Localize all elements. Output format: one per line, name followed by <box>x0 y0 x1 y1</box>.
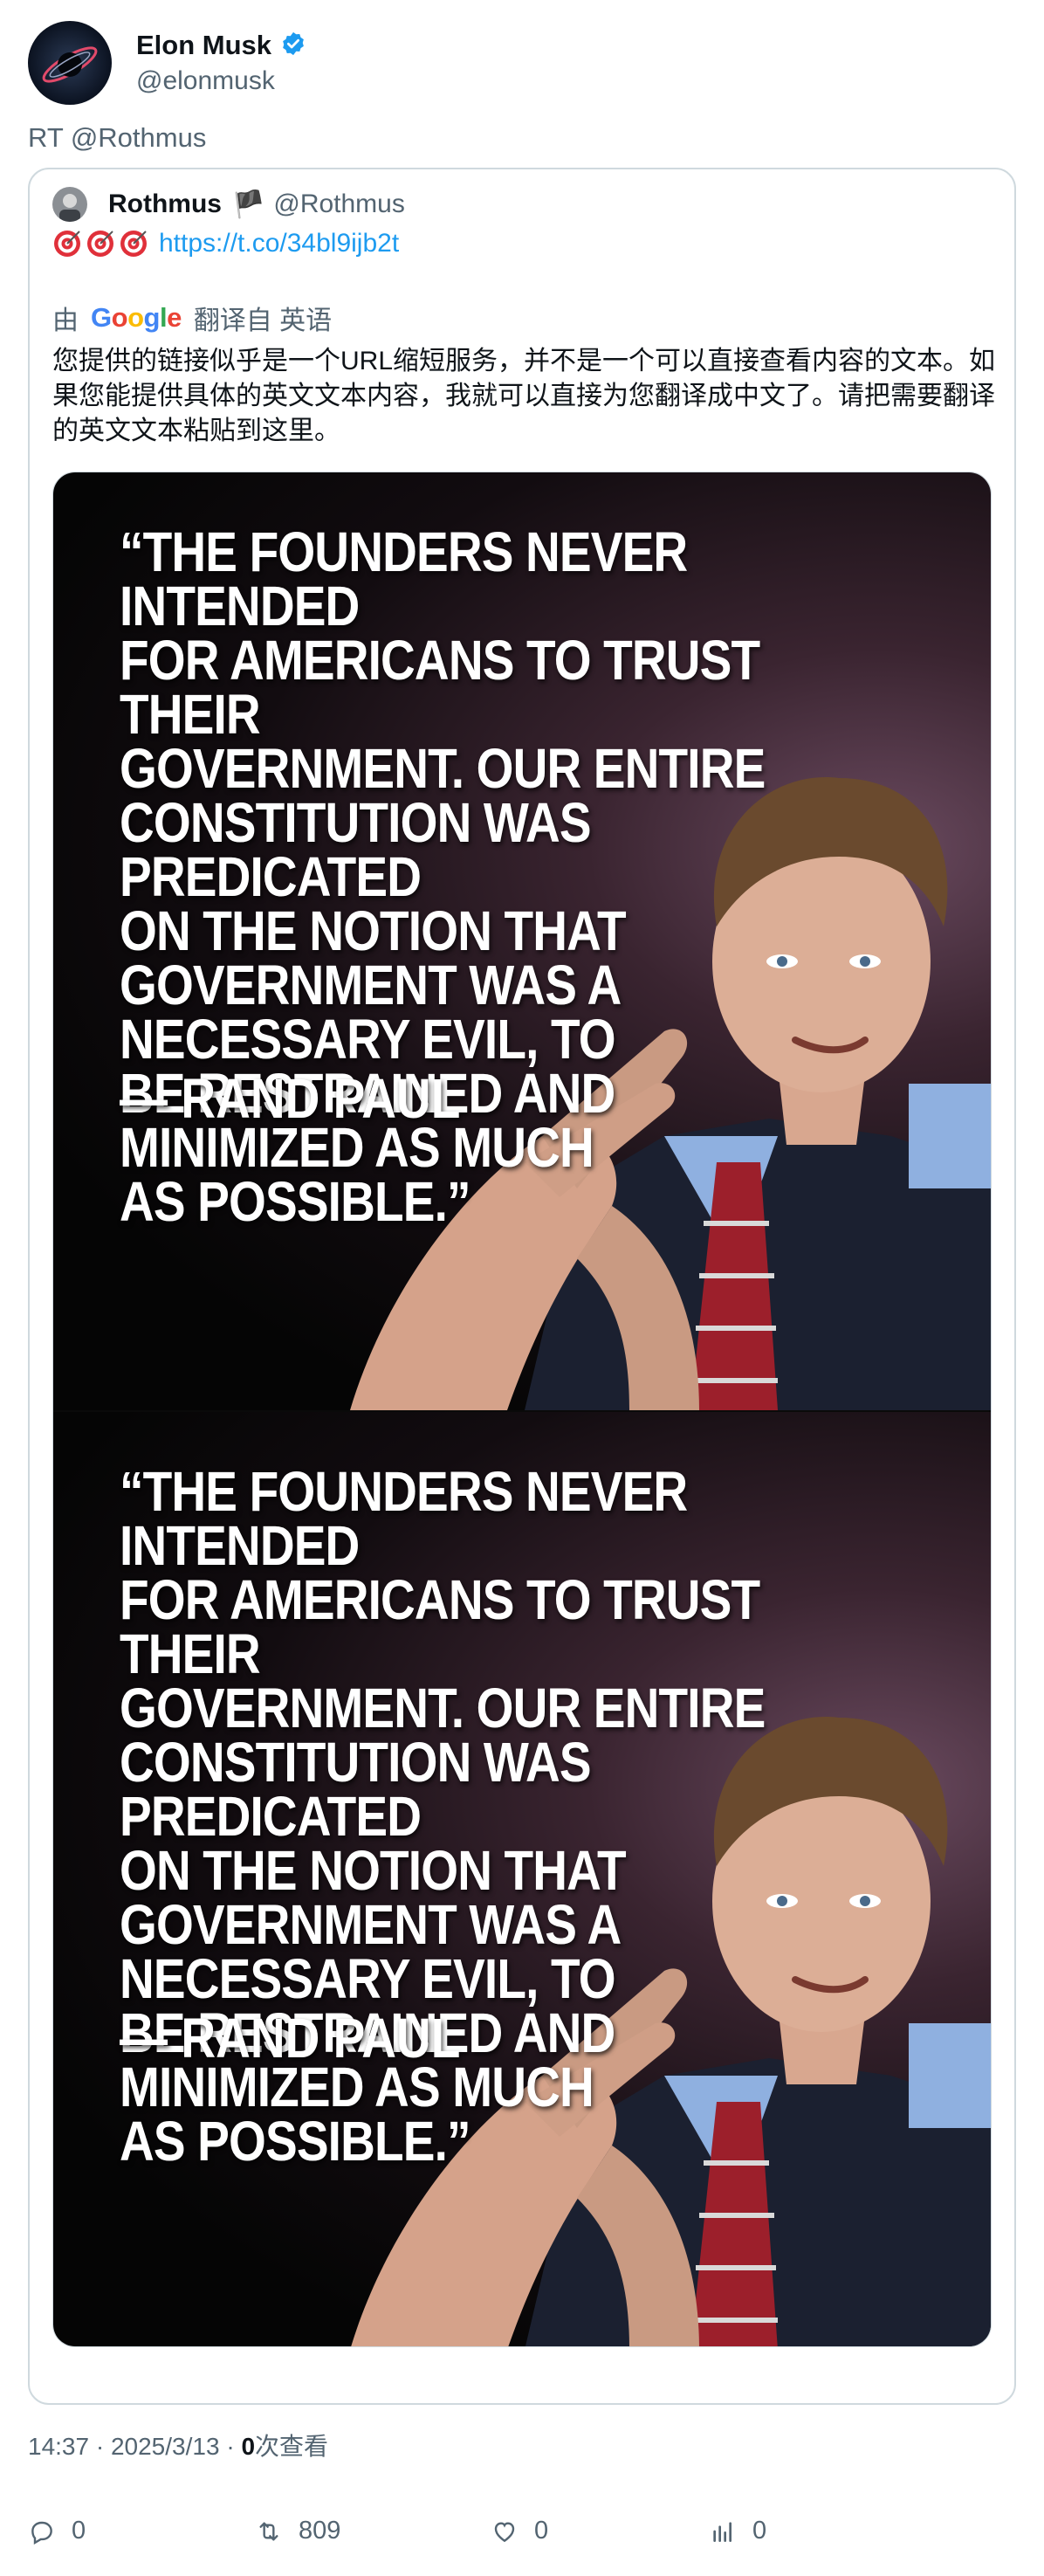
direct-hit-icon <box>87 231 113 257</box>
quote-image[interactable]: “THE FOUNDERS NEVER INTENDED FOR AMERICA… <box>53 1410 991 2346</box>
views-button[interactable]: 0 <box>709 2517 766 2545</box>
like-count: 0 <box>534 2517 549 2545</box>
tweet-date[interactable]: 2025/3/13 <box>111 2433 220 2460</box>
quoted-header: Rothmus 🏴 @Rothmus <box>52 187 405 222</box>
retweet-count: 809 <box>299 2517 341 2545</box>
reply-icon <box>31 2521 52 2545</box>
translated-text: 您提供的链接似乎是一个URL缩短服务，并不是一个可以直接查看内容的文本。如果您能… <box>52 347 996 445</box>
quoted-link[interactable]: https://t.co/34bl9ijb2t <box>159 229 399 258</box>
bar-chart-icon <box>713 2521 731 2542</box>
tweet-header: Elon Musk @elonmusk <box>28 19 1016 107</box>
author-avatar[interactable] <box>28 21 112 105</box>
tweet-time[interactable]: 14:37 <box>28 2433 89 2460</box>
quoted-text: https://t.co/34bl9ijb2t <box>52 229 399 258</box>
quoted-avatar[interactable] <box>52 187 87 222</box>
reply-count: 0 <box>72 2517 86 2545</box>
views-count: 0 <box>752 2517 767 2545</box>
heart-icon <box>494 2521 515 2542</box>
translation-source-language: 翻译自 英语 <box>193 307 333 335</box>
retweet-button[interactable]: 809 <box>255 2517 340 2545</box>
quoted-display-name[interactable]: Rothmus <box>108 189 222 219</box>
author-display-name[interactable]: Elon Musk <box>136 30 271 61</box>
direct-hit-icon <box>120 231 147 257</box>
direct-hit-icon <box>54 231 80 257</box>
like-button[interactable]: 0 <box>491 2517 548 2545</box>
verified-badge-icon <box>280 31 306 61</box>
tweet-meta: 14:37 · 2025/3/13 · 0次查看 <box>28 2433 329 2460</box>
quote-attribution: — RAND PAUL <box>120 2007 461 2070</box>
black-flag-icon: 🏴 <box>232 189 265 219</box>
reply-button[interactable]: 0 <box>28 2517 86 2545</box>
retweet-icon <box>259 2521 278 2541</box>
view-count: 0 <box>241 2433 256 2460</box>
quote-image[interactable]: “THE FOUNDERS NEVER INTENDED FOR AMERICA… <box>53 472 991 1410</box>
view-label: 次查看 <box>255 2433 329 2460</box>
translation-attribution: 由 Google 翻译自 英语 <box>52 299 332 337</box>
quote-attribution: — RAND PAUL <box>120 1067 461 1130</box>
retweet-text: RT @Rothmus <box>28 122 207 153</box>
action-bar: 0 809 0 0 <box>28 2517 1016 2552</box>
translation-prefix: 由 <box>52 307 79 335</box>
quoted-media[interactable]: “THE FOUNDERS NEVER INTENDED FOR AMERICA… <box>52 472 992 2347</box>
author-handle[interactable]: @elonmusk <box>136 66 306 96</box>
quoted-tweet[interactable]: Rothmus 🏴 @Rothmus https://t.co/34bl9ijb… <box>28 168 1016 2405</box>
quoted-handle[interactable]: @Rothmus <box>273 189 405 219</box>
google-logo[interactable]: Google <box>91 302 182 334</box>
